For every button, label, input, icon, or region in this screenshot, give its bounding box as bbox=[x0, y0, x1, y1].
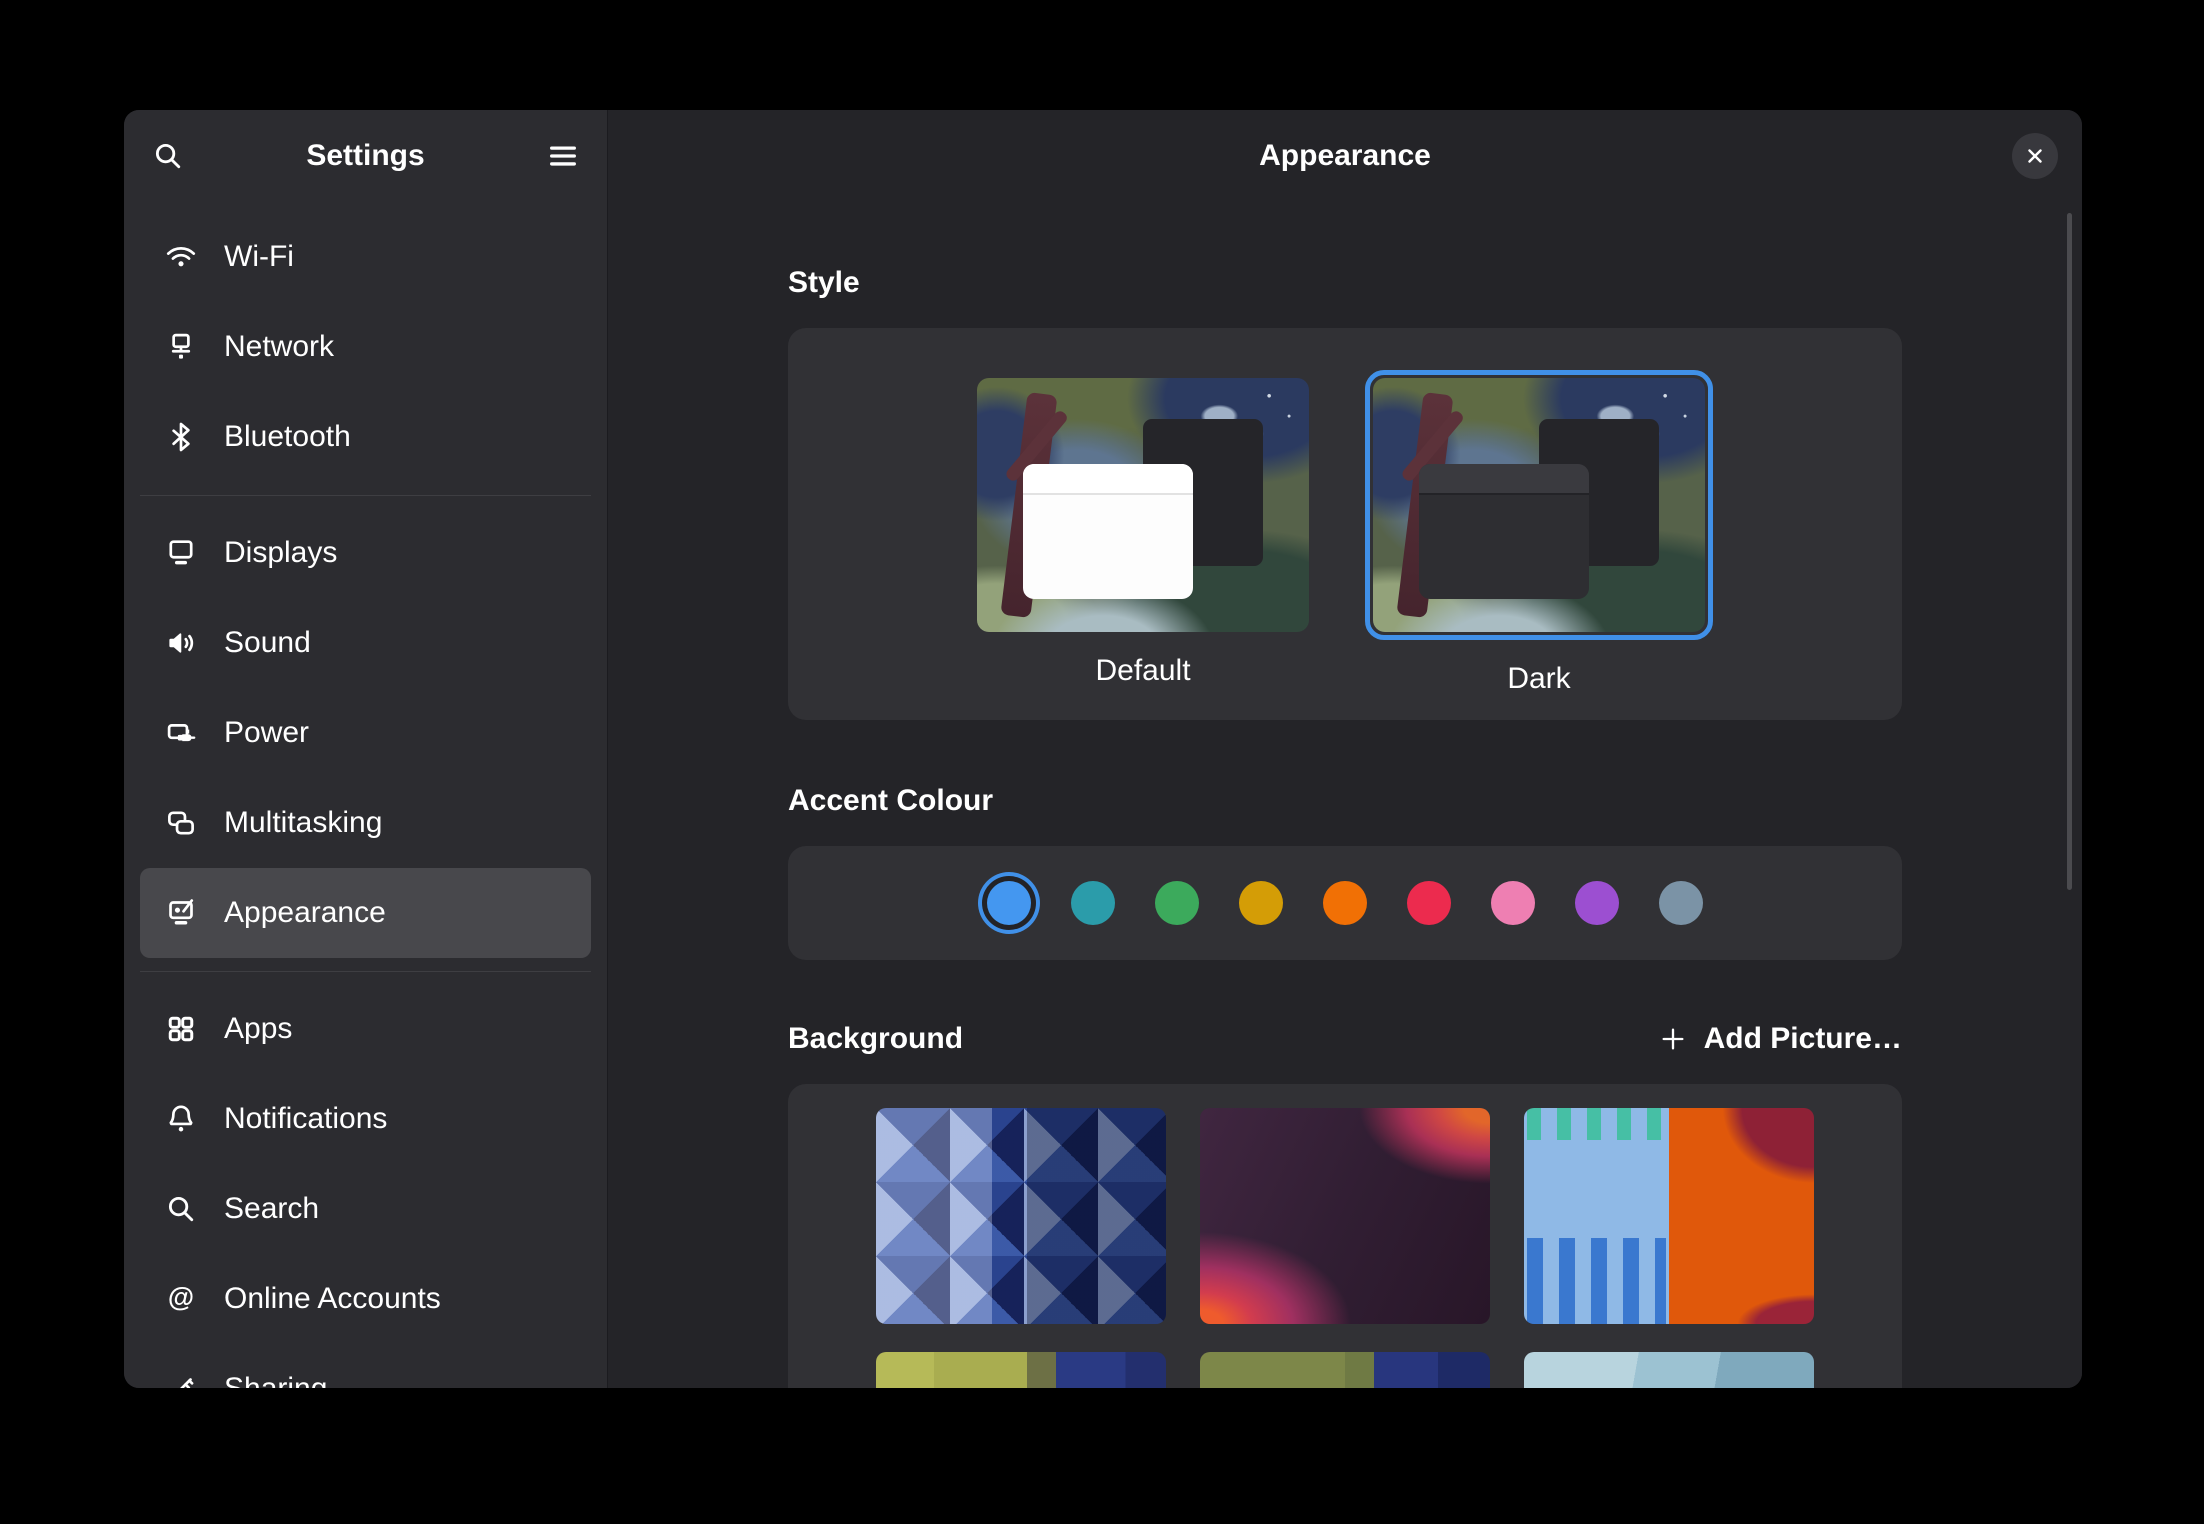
wallpaper-thumbnail[interactable] bbox=[876, 1352, 1166, 1388]
wallpaper-thumbnail[interactable] bbox=[1524, 1108, 1814, 1324]
sidebar-item-label: Displays bbox=[224, 536, 337, 570]
speaker-icon bbox=[164, 626, 198, 660]
dark-style-preview bbox=[1373, 378, 1705, 632]
default-style-preview bbox=[977, 378, 1309, 632]
accent-swatch-blue[interactable] bbox=[987, 881, 1031, 925]
battery-plug-icon bbox=[164, 716, 198, 750]
style-card: Default bbox=[788, 328, 1902, 720]
sidebar-list: Wi-Fi Network bbox=[124, 202, 607, 1388]
sidebar-item-displays[interactable]: Displays bbox=[140, 508, 591, 598]
sidebar-item-appearance[interactable]: Appearance bbox=[140, 868, 591, 958]
mock-window-front-dark bbox=[1419, 464, 1588, 599]
scrollbar-thumb[interactable] bbox=[2067, 213, 2072, 890]
sidebar-divider bbox=[140, 482, 591, 508]
sidebar-item-sound[interactable]: Sound bbox=[140, 598, 591, 688]
accent-swatch-pink[interactable] bbox=[1491, 881, 1535, 925]
selected-style-border bbox=[1365, 370, 1713, 640]
wallpaper-thumbnail[interactable] bbox=[1200, 1108, 1490, 1324]
accent-swatch-purple[interactable] bbox=[1575, 881, 1619, 925]
bluetooth-icon bbox=[164, 420, 198, 454]
style-option-label: Default bbox=[1095, 654, 1190, 688]
sidebar-item-sharing[interactable]: Sharing bbox=[140, 1344, 591, 1388]
overlapping-windows-icon bbox=[164, 806, 198, 840]
main-headerbar: Appearance bbox=[608, 110, 2082, 202]
add-picture-label: Add Picture… bbox=[1704, 1022, 1902, 1056]
sidebar-item-online-accounts[interactable]: @ Online Accounts bbox=[140, 1254, 591, 1344]
sidebar-item-network[interactable]: Network bbox=[140, 302, 591, 392]
sidebar-item-label: Online Accounts bbox=[224, 1282, 441, 1316]
sidebar-item-multitasking[interactable]: Multitasking bbox=[140, 778, 591, 868]
svg-text:@: @ bbox=[168, 1282, 194, 1312]
accent-swatch-slate[interactable] bbox=[1659, 881, 1703, 925]
background-card bbox=[788, 1084, 1902, 1388]
display-brush-icon bbox=[164, 896, 198, 930]
accent-colour-card bbox=[788, 846, 1902, 960]
sidebar-item-label: Search bbox=[224, 1192, 319, 1226]
sidebar-item-label: Network bbox=[224, 330, 334, 364]
accent-swatch-green[interactable] bbox=[1155, 881, 1199, 925]
app-grid-icon bbox=[164, 1012, 198, 1046]
network-icon bbox=[164, 330, 198, 364]
wallpaper-thumbnail[interactable] bbox=[1524, 1352, 1814, 1388]
sidebar-item-label: Multitasking bbox=[224, 806, 382, 840]
sidebar-divider bbox=[140, 958, 591, 984]
wifi-icon bbox=[164, 240, 198, 274]
sidebar-item-bluetooth[interactable]: Bluetooth bbox=[140, 392, 591, 482]
accent-swatch-yellow[interactable] bbox=[1239, 881, 1283, 925]
sidebar-item-label: Wi-Fi bbox=[224, 240, 294, 274]
sidebar-item-label: Bluetooth bbox=[224, 420, 351, 454]
style-section-title: Style bbox=[788, 266, 1902, 300]
desktop: Settings bbox=[0, 0, 2204, 1524]
accent-swatch-teal[interactable] bbox=[1071, 881, 1115, 925]
plus-icon bbox=[1656, 1025, 1690, 1053]
scroll-area: Style Default bbox=[608, 202, 2082, 1388]
page-title: Appearance bbox=[1259, 139, 1431, 173]
sidebar-item-search[interactable]: Search bbox=[140, 1164, 591, 1254]
wallpaper-thumbnail[interactable] bbox=[876, 1108, 1166, 1324]
wallpaper-thumbnail[interactable] bbox=[1200, 1352, 1490, 1388]
close-icon bbox=[2018, 146, 2052, 166]
settings-window: Settings bbox=[124, 110, 2082, 1388]
sidebar-item-notifications[interactable]: Notifications bbox=[140, 1074, 591, 1164]
magnifier-icon bbox=[164, 1192, 198, 1226]
mock-window-front-light bbox=[1023, 464, 1192, 599]
sidebar-item-label: Appearance bbox=[224, 896, 386, 930]
sidebar-item-label: Notifications bbox=[224, 1102, 387, 1136]
sidebar-title: Settings bbox=[124, 139, 607, 173]
sidebar-item-label: Sound bbox=[224, 626, 311, 660]
sidebar-item-label: Apps bbox=[224, 1012, 292, 1046]
display-icon bbox=[164, 536, 198, 570]
style-option-default[interactable]: Default bbox=[977, 378, 1309, 688]
sidebar-item-label: Power bbox=[224, 716, 309, 750]
accent-swatch-red[interactable] bbox=[1407, 881, 1451, 925]
sidebar-item-wifi[interactable]: Wi-Fi bbox=[140, 212, 591, 302]
appearance-panel: Appearance Style bbox=[608, 110, 2082, 1388]
accent-swatch-orange[interactable] bbox=[1323, 881, 1367, 925]
close-button[interactable] bbox=[2012, 133, 2058, 179]
sidebar-headerbar: Settings bbox=[124, 110, 607, 202]
sidebar-item-power[interactable]: Power bbox=[140, 688, 591, 778]
at-icon: @ bbox=[164, 1282, 198, 1316]
sidebar-item-label: Sharing bbox=[224, 1372, 327, 1388]
style-option-dark[interactable]: Dark bbox=[1365, 370, 1713, 696]
key-icon bbox=[164, 1372, 198, 1388]
sidebar-item-apps[interactable]: Apps bbox=[140, 984, 591, 1074]
accent-section-title: Accent Colour bbox=[788, 784, 1902, 818]
bell-icon bbox=[164, 1102, 198, 1136]
background-section-title: Background bbox=[788, 1022, 963, 1056]
add-picture-button[interactable]: Add Picture… bbox=[1656, 1022, 1902, 1056]
sidebar: Settings bbox=[124, 110, 608, 1388]
style-option-label: Dark bbox=[1507, 662, 1570, 696]
